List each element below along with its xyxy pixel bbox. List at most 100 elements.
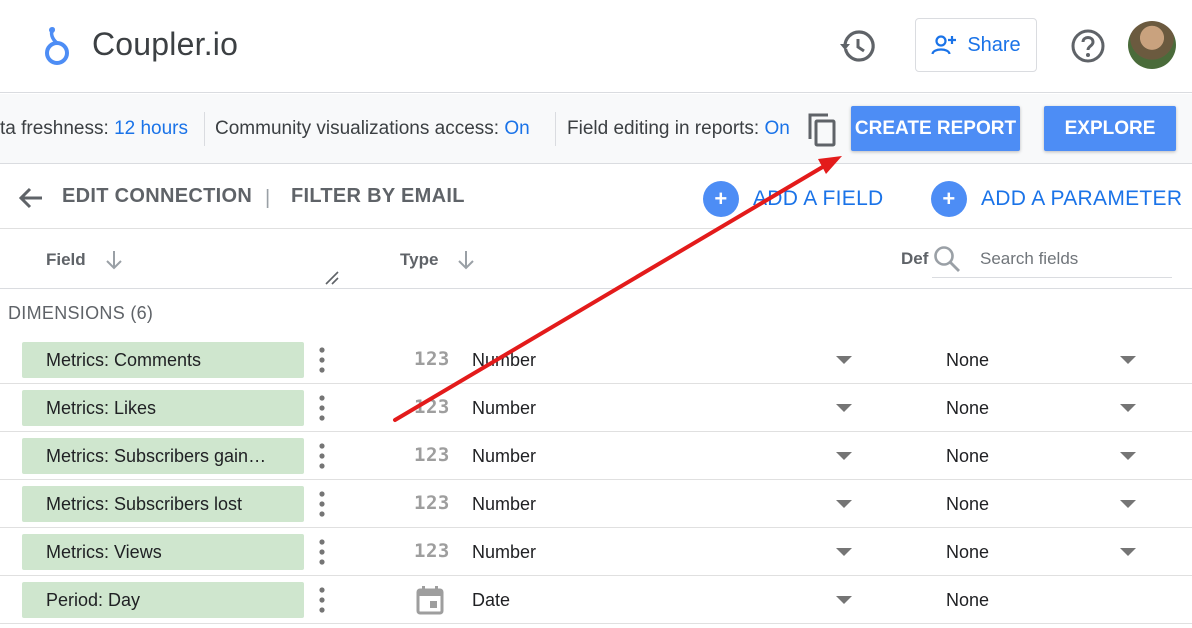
column-header-default-label: Def — [901, 249, 929, 268]
copy-icon[interactable] — [804, 111, 838, 149]
field-editing-setting[interactable]: Field editing in reports: On — [567, 118, 790, 140]
dimensions-section-title: DIMENSIONS (6) — [8, 303, 154, 323]
share-label: Share — [967, 33, 1021, 56]
data-freshness-value[interactable]: 12 hours — [114, 118, 188, 139]
aggregation-dropdown[interactable]: None — [946, 336, 1146, 384]
type-dropdown[interactable]: Number — [472, 336, 860, 384]
more-vert-icon[interactable] — [312, 346, 332, 374]
aggregation-value: None — [946, 589, 990, 610]
type-dropdown[interactable]: Date — [472, 576, 860, 624]
aggregation-dropdown[interactable]: None — [946, 528, 1146, 576]
column-header-field[interactable]: Field — [46, 249, 124, 271]
app-header: Coupler.io Share — [0, 0, 1192, 93]
dropdown-caret-icon — [836, 500, 852, 508]
table-row: Metrics: Subscribers gain… 123 Number No… — [0, 432, 1192, 480]
aggregation-value: None — [946, 541, 990, 562]
sort-arrow-icon[interactable] — [456, 249, 476, 271]
help-icon[interactable] — [1068, 26, 1108, 66]
field-name-chip[interactable]: Period: Day — [22, 582, 304, 618]
add-parameter-label: ADD A PARAMETER — [981, 187, 1183, 210]
column-header-type[interactable]: Type — [400, 249, 476, 271]
back-arrow-icon[interactable] — [16, 183, 46, 213]
connection-toolbar: EDIT CONNECTION | FILTER BY EMAIL + ADD … — [0, 165, 1192, 229]
dropdown-caret-icon — [836, 452, 852, 460]
fields-table-header: Field Type Def — [0, 229, 1192, 289]
aggregation-dropdown[interactable]: None — [946, 480, 1146, 528]
field-name-chip[interactable]: Metrics: Likes — [22, 390, 304, 426]
column-header-field-label: Field — [46, 250, 86, 269]
add-field-button[interactable]: + ADD A FIELD — [703, 181, 884, 217]
more-vert-icon[interactable] — [312, 538, 332, 566]
dropdown-caret-icon — [1120, 356, 1136, 364]
column-header-default-aggregation[interactable]: Def — [901, 249, 928, 269]
type-dropdown[interactable]: Number — [472, 528, 860, 576]
dropdown-caret-icon — [1120, 500, 1136, 508]
table-row: Metrics: Comments 123 Number None — [0, 336, 1192, 384]
field-editing-label: Field editing in reports: — [567, 118, 765, 139]
create-report-button[interactable]: CREATE REPORT — [851, 106, 1020, 151]
data-freshness-setting[interactable]: ta freshness: 12 hours — [0, 118, 188, 140]
edit-connection-link[interactable]: EDIT CONNECTION — [62, 185, 252, 208]
column-resize-handle[interactable] — [324, 271, 340, 285]
explore-button[interactable]: EXPLORE — [1044, 106, 1176, 151]
type-value: Number — [472, 493, 537, 514]
aggregation-dropdown[interactable]: None — [946, 384, 1146, 432]
dropdown-caret-icon — [1120, 452, 1136, 460]
field-name-chip[interactable]: Metrics: Views — [22, 534, 304, 570]
dropdown-caret-icon — [836, 596, 852, 604]
community-visualizations-label: Community visualizations access: — [215, 118, 505, 139]
dropdown-caret-icon — [1120, 404, 1136, 412]
toolbar-separator: | — [265, 187, 271, 209]
aggregation-value: None — [946, 493, 990, 514]
add-parameter-button[interactable]: + ADD A PARAMETER — [931, 181, 1182, 217]
more-vert-icon[interactable] — [312, 490, 332, 518]
field-name-chip[interactable]: Metrics: Subscribers gain… — [22, 438, 304, 474]
dropdown-caret-icon — [836, 356, 852, 364]
table-row: Metrics: Subscribers lost 123 Number Non… — [0, 480, 1192, 528]
field-editing-value[interactable]: On — [765, 118, 790, 139]
history-icon[interactable] — [838, 26, 878, 66]
type-dropdown[interactable]: Number — [472, 480, 860, 528]
more-vert-icon[interactable] — [312, 394, 332, 422]
more-vert-icon[interactable] — [312, 442, 332, 470]
field-name: Metrics: Comments — [46, 349, 202, 370]
number-type-icon: 123 — [414, 396, 450, 418]
community-visualizations-setting[interactable]: Community visualizations access: On — [215, 118, 530, 140]
user-avatar[interactable] — [1128, 21, 1176, 69]
filter-by-email-link[interactable]: FILTER BY EMAIL — [291, 185, 465, 208]
divider — [204, 112, 205, 146]
type-dropdown[interactable]: Number — [472, 384, 860, 432]
dropdown-caret-icon — [1120, 548, 1136, 556]
community-visualizations-value[interactable]: On — [504, 118, 529, 139]
field-name-chip[interactable]: Metrics: Comments — [22, 342, 304, 378]
table-row: Period: Day Date None — [0, 576, 1192, 624]
more-vert-icon[interactable] — [312, 586, 332, 614]
number-type-icon: 123 — [414, 492, 450, 514]
type-dropdown[interactable]: Number — [472, 432, 860, 480]
field-name: Period: Day — [46, 589, 141, 610]
add-field-label: ADD A FIELD — [753, 187, 884, 210]
field-name: Metrics: Likes — [46, 397, 157, 418]
search-fields-box[interactable] — [932, 242, 1172, 278]
aggregation-dropdown[interactable]: None — [946, 432, 1146, 480]
app-title: Coupler.io — [92, 26, 239, 62]
plus-icon: + — [703, 181, 739, 217]
column-header-type-label: Type — [400, 250, 439, 269]
aggregation-dropdown[interactable]: None — [946, 576, 1146, 624]
search-fields-input[interactable] — [980, 246, 1170, 272]
field-name: Metrics: Views — [46, 541, 162, 562]
sort-arrow-icon[interactable] — [104, 249, 124, 271]
field-name: Metrics: Subscribers lost — [46, 493, 243, 514]
divider — [555, 112, 556, 146]
table-row: Metrics: Views 123 Number None — [0, 528, 1192, 576]
share-button[interactable]: Share — [915, 18, 1037, 72]
type-value: Number — [472, 349, 537, 370]
person-add-icon — [931, 35, 957, 55]
field-name-chip[interactable]: Metrics: Subscribers lost — [22, 486, 304, 522]
type-value: Number — [472, 397, 537, 418]
field-name: Metrics: Subscribers gain… — [46, 445, 267, 466]
type-value: Number — [472, 445, 537, 466]
calendar-icon — [416, 586, 444, 615]
plus-icon: + — [931, 181, 967, 217]
number-type-icon: 123 — [414, 348, 450, 370]
